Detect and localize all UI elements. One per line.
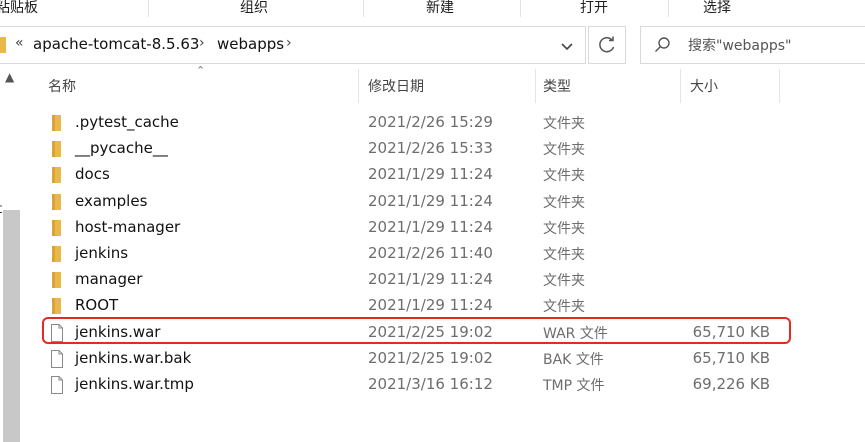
column-header-name[interactable]: 名称: [48, 76, 76, 96]
file-type: 文件夹: [543, 116, 585, 132]
folder-icon: [52, 194, 61, 210]
breadcrumb-separator-icon[interactable]: ›: [199, 35, 205, 51]
file-size: 65,710 KB: [692, 349, 770, 367]
column-divider[interactable]: [680, 69, 681, 103]
folder-icon: [52, 220, 61, 236]
breadcrumb-item-apache-tomcat[interactable]: apache-tomcat-8.5.63: [33, 35, 199, 53]
file-type: 文件夹: [543, 142, 585, 158]
file-name: jenkins.war.bak: [75, 349, 192, 367]
list-item[interactable]: jenkins.war.bak 2021/2/25 19:02 BAK 文件 6…: [24, 346, 865, 372]
file-modified: 2021/1/29 11:24: [368, 296, 493, 314]
file-icon: [51, 376, 63, 394]
ribbon-divider: [668, 0, 669, 17]
file-modified: 2021/1/29 11:24: [368, 165, 493, 183]
breadcrumb-item-webapps[interactable]: webapps: [217, 35, 284, 53]
column-header-modified[interactable]: 修改日期: [368, 76, 424, 96]
refresh-button[interactable]: [588, 26, 626, 64]
scrollbar-thumb[interactable]: [3, 210, 20, 442]
ribbon-divider: [520, 0, 521, 17]
highlight-annotation-box: [42, 317, 791, 344]
sort-ascending-icon: ⌃: [196, 64, 206, 77]
file-modified: 2021/1/29 11:24: [368, 192, 493, 210]
file-name: ROOT: [75, 296, 119, 314]
file-name: manager: [75, 270, 143, 288]
ribbon-label-organize: 组织: [240, 0, 268, 16]
ribbon-label-new: 新建: [426, 0, 454, 16]
ribbon-group-labels: 粘贴板 组织 新建 打开 选择: [0, 0, 865, 17]
folder-icon: [52, 298, 61, 314]
list-item[interactable]: ROOT 2021/1/29 11:24 文件夹: [24, 293, 865, 319]
list-item[interactable]: docs 2021/1/29 11:24 文件夹: [24, 162, 865, 188]
column-divider[interactable]: [535, 69, 536, 103]
column-divider[interactable]: [358, 69, 359, 103]
ribbon-divider: [363, 0, 364, 17]
folder-icon: [52, 141, 61, 157]
column-header-row: ⌃ 名称 修改日期 类型 大小: [24, 64, 865, 106]
folder-icon: [52, 115, 61, 131]
file-name: .pytest_cache: [75, 113, 179, 131]
file-modified: 2021/3/16 16:12: [368, 375, 493, 393]
column-header-type[interactable]: 类型: [543, 76, 571, 96]
nav-pane-text: t: [0, 202, 2, 217]
list-item[interactable]: jenkins 2021/2/26 11:40 文件夹: [24, 241, 865, 267]
chevron-down-icon[interactable]: [556, 39, 578, 55]
file-type: 文件夹: [543, 221, 585, 237]
file-modified: 2021/2/25 19:02: [368, 349, 493, 367]
ribbon-label-open: 打开: [580, 0, 608, 16]
file-name: host-manager: [75, 218, 181, 236]
list-item[interactable]: examples 2021/1/29 11:24 文件夹: [24, 189, 865, 215]
file-type: 文件夹: [543, 195, 585, 211]
file-type: 文件夹: [543, 273, 585, 289]
list-item[interactable]: host-manager 2021/1/29 11:24 文件夹: [24, 215, 865, 241]
breadcrumb-separator-icon[interactable]: ›: [286, 35, 292, 51]
file-name: __pycache__: [75, 139, 168, 157]
folder-icon: [52, 167, 61, 183]
file-name: docs: [75, 165, 110, 183]
search-input[interactable]: 搜索"webapps": [640, 26, 865, 64]
file-modified: 2021/1/29 11:24: [368, 218, 493, 236]
list-item[interactable]: manager 2021/1/29 11:24 文件夹: [24, 267, 865, 293]
file-type: BAK 文件: [543, 352, 604, 368]
folder-icon: [0, 37, 6, 53]
refresh-icon: [599, 36, 615, 53]
address-bar-row: « apache-tomcat-8.5.63 › webapps › 搜索"we…: [0, 24, 865, 64]
search-icon: [655, 37, 670, 52]
scroll-up-arrow-icon[interactable]: ▲: [5, 70, 14, 84]
file-icon: [51, 350, 63, 368]
breadcrumb-overflow-icon[interactable]: «: [15, 35, 24, 51]
file-type: TMP 文件: [543, 378, 605, 394]
file-name: jenkins.war.tmp: [75, 375, 194, 393]
file-type: 文件夹: [543, 168, 585, 184]
column-header-size[interactable]: 大小: [690, 76, 718, 96]
address-bar[interactable]: « apache-tomcat-8.5.63 › webapps ›: [0, 26, 586, 64]
search-placeholder: 搜索"webapps": [688, 38, 792, 54]
file-modified: 2021/2/26 15:33: [368, 139, 493, 157]
file-type: 文件夹: [543, 247, 585, 263]
folder-icon: [52, 246, 61, 262]
list-item[interactable]: __pycache__ 2021/2/26 15:33 文件夹: [24, 136, 865, 162]
folder-icon: [52, 272, 61, 288]
list-item[interactable]: .pytest_cache 2021/2/26 15:29 文件夹: [24, 110, 865, 136]
file-modified: 2021/2/26 15:29: [368, 113, 493, 131]
list-item[interactable]: jenkins.war.tmp 2021/3/16 16:12 TMP 文件 6…: [24, 372, 865, 398]
column-divider[interactable]: [779, 69, 780, 103]
file-size: 69,226 KB: [692, 375, 770, 393]
file-name: jenkins: [75, 244, 129, 262]
ribbon-label-clipboard: 粘贴板: [0, 0, 38, 16]
file-modified: 2021/1/29 11:24: [368, 270, 493, 288]
file-name: examples: [75, 192, 148, 210]
ribbon-divider: [148, 0, 149, 17]
file-modified: 2021/2/26 11:40: [368, 244, 493, 262]
file-type: 文件夹: [543, 299, 585, 315]
navigation-pane: ▲ t: [0, 66, 23, 442]
ribbon-label-select: 选择: [703, 0, 731, 16]
